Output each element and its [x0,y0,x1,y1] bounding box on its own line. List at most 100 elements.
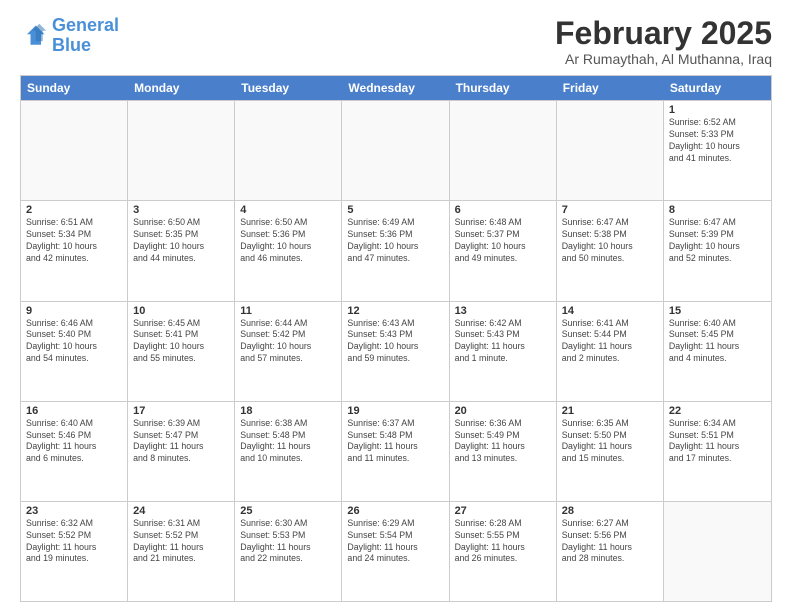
subtitle: Ar Rumaythah, Al Muthanna, Iraq [555,51,772,67]
day-cell-5: 5Sunrise: 6:49 AM Sunset: 5:36 PM Daylig… [342,201,449,300]
day-number: 24 [133,505,229,517]
day-info: Sunrise: 6:41 AM Sunset: 5:44 PM Dayligh… [562,318,658,366]
day-info: Sunrise: 6:38 AM Sunset: 5:48 PM Dayligh… [240,418,336,466]
logo-line2: Blue [52,35,91,55]
day-info: Sunrise: 6:28 AM Sunset: 5:55 PM Dayligh… [455,518,551,566]
empty-cell [342,101,449,200]
day-info: Sunrise: 6:40 AM Sunset: 5:45 PM Dayligh… [669,318,766,366]
day-number: 26 [347,505,443,517]
calendar-row-2: 2Sunrise: 6:51 AM Sunset: 5:34 PM Daylig… [21,200,771,300]
main-title: February 2025 [555,16,772,51]
day-number: 19 [347,405,443,417]
empty-cell [128,101,235,200]
day-info: Sunrise: 6:43 AM Sunset: 5:43 PM Dayligh… [347,318,443,366]
header: General Blue February 2025 Ar Rumaythah,… [20,16,772,67]
header-cell-saturday: Saturday [664,76,771,100]
day-info: Sunrise: 6:48 AM Sunset: 5:37 PM Dayligh… [455,217,551,265]
day-number: 5 [347,204,443,216]
day-cell-9: 9Sunrise: 6:46 AM Sunset: 5:40 PM Daylig… [21,302,128,401]
day-cell-17: 17Sunrise: 6:39 AM Sunset: 5:47 PM Dayli… [128,402,235,501]
day-number: 12 [347,305,443,317]
day-cell-23: 23Sunrise: 6:32 AM Sunset: 5:52 PM Dayli… [21,502,128,601]
day-info: Sunrise: 6:51 AM Sunset: 5:34 PM Dayligh… [26,217,122,265]
day-number: 10 [133,305,229,317]
day-cell-22: 22Sunrise: 6:34 AM Sunset: 5:51 PM Dayli… [664,402,771,501]
day-number: 15 [669,305,766,317]
empty-cell [450,101,557,200]
calendar-row-1: 1Sunrise: 6:52 AM Sunset: 5:33 PM Daylig… [21,100,771,200]
day-info: Sunrise: 6:46 AM Sunset: 5:40 PM Dayligh… [26,318,122,366]
day-cell-10: 10Sunrise: 6:45 AM Sunset: 5:41 PM Dayli… [128,302,235,401]
day-info: Sunrise: 6:35 AM Sunset: 5:50 PM Dayligh… [562,418,658,466]
day-number: 4 [240,204,336,216]
empty-cell [557,101,664,200]
day-number: 8 [669,204,766,216]
day-cell-12: 12Sunrise: 6:43 AM Sunset: 5:43 PM Dayli… [342,302,449,401]
day-cell-13: 13Sunrise: 6:42 AM Sunset: 5:43 PM Dayli… [450,302,557,401]
day-cell-1: 1Sunrise: 6:52 AM Sunset: 5:33 PM Daylig… [664,101,771,200]
day-cell-3: 3Sunrise: 6:50 AM Sunset: 5:35 PM Daylig… [128,201,235,300]
day-cell-6: 6Sunrise: 6:48 AM Sunset: 5:37 PM Daylig… [450,201,557,300]
calendar-body: 1Sunrise: 6:52 AM Sunset: 5:33 PM Daylig… [21,100,771,601]
day-info: Sunrise: 6:50 AM Sunset: 5:36 PM Dayligh… [240,217,336,265]
day-cell-27: 27Sunrise: 6:28 AM Sunset: 5:55 PM Dayli… [450,502,557,601]
calendar-row-5: 23Sunrise: 6:32 AM Sunset: 5:52 PM Dayli… [21,501,771,601]
day-info: Sunrise: 6:29 AM Sunset: 5:54 PM Dayligh… [347,518,443,566]
day-number: 7 [562,204,658,216]
day-number: 11 [240,305,336,317]
day-info: Sunrise: 6:27 AM Sunset: 5:56 PM Dayligh… [562,518,658,566]
day-number: 9 [26,305,122,317]
day-cell-19: 19Sunrise: 6:37 AM Sunset: 5:48 PM Dayli… [342,402,449,501]
page: General Blue February 2025 Ar Rumaythah,… [0,0,792,612]
logo: General Blue [20,16,119,56]
day-number: 16 [26,405,122,417]
day-cell-16: 16Sunrise: 6:40 AM Sunset: 5:46 PM Dayli… [21,402,128,501]
day-number: 21 [562,405,658,417]
day-cell-20: 20Sunrise: 6:36 AM Sunset: 5:49 PM Dayli… [450,402,557,501]
day-number: 6 [455,204,551,216]
day-cell-21: 21Sunrise: 6:35 AM Sunset: 5:50 PM Dayli… [557,402,664,501]
day-info: Sunrise: 6:36 AM Sunset: 5:49 PM Dayligh… [455,418,551,466]
day-info: Sunrise: 6:39 AM Sunset: 5:47 PM Dayligh… [133,418,229,466]
calendar-row-4: 16Sunrise: 6:40 AM Sunset: 5:46 PM Dayli… [21,401,771,501]
day-info: Sunrise: 6:49 AM Sunset: 5:36 PM Dayligh… [347,217,443,265]
logo-line1: General [52,15,119,35]
day-number: 14 [562,305,658,317]
empty-cell [664,502,771,601]
day-info: Sunrise: 6:31 AM Sunset: 5:52 PM Dayligh… [133,518,229,566]
header-cell-monday: Monday [128,76,235,100]
day-info: Sunrise: 6:44 AM Sunset: 5:42 PM Dayligh… [240,318,336,366]
day-cell-26: 26Sunrise: 6:29 AM Sunset: 5:54 PM Dayli… [342,502,449,601]
logo-icon [20,22,48,50]
day-number: 22 [669,405,766,417]
day-info: Sunrise: 6:47 AM Sunset: 5:38 PM Dayligh… [562,217,658,265]
empty-cell [235,101,342,200]
day-info: Sunrise: 6:50 AM Sunset: 5:35 PM Dayligh… [133,217,229,265]
day-number: 3 [133,204,229,216]
day-info: Sunrise: 6:42 AM Sunset: 5:43 PM Dayligh… [455,318,551,366]
day-cell-24: 24Sunrise: 6:31 AM Sunset: 5:52 PM Dayli… [128,502,235,601]
title-block: February 2025 Ar Rumaythah, Al Muthanna,… [555,16,772,67]
day-number: 25 [240,505,336,517]
header-cell-tuesday: Tuesday [235,76,342,100]
day-number: 20 [455,405,551,417]
day-cell-25: 25Sunrise: 6:30 AM Sunset: 5:53 PM Dayli… [235,502,342,601]
day-info: Sunrise: 6:40 AM Sunset: 5:46 PM Dayligh… [26,418,122,466]
day-number: 17 [133,405,229,417]
day-cell-8: 8Sunrise: 6:47 AM Sunset: 5:39 PM Daylig… [664,201,771,300]
day-number: 27 [455,505,551,517]
empty-cell [21,101,128,200]
day-info: Sunrise: 6:32 AM Sunset: 5:52 PM Dayligh… [26,518,122,566]
header-cell-friday: Friday [557,76,664,100]
day-info: Sunrise: 6:47 AM Sunset: 5:39 PM Dayligh… [669,217,766,265]
day-number: 13 [455,305,551,317]
day-cell-7: 7Sunrise: 6:47 AM Sunset: 5:38 PM Daylig… [557,201,664,300]
day-cell-18: 18Sunrise: 6:38 AM Sunset: 5:48 PM Dayli… [235,402,342,501]
header-cell-sunday: Sunday [21,76,128,100]
day-cell-4: 4Sunrise: 6:50 AM Sunset: 5:36 PM Daylig… [235,201,342,300]
day-number: 23 [26,505,122,517]
day-number: 18 [240,405,336,417]
day-number: 1 [669,104,766,116]
header-cell-wednesday: Wednesday [342,76,449,100]
day-cell-15: 15Sunrise: 6:40 AM Sunset: 5:45 PM Dayli… [664,302,771,401]
